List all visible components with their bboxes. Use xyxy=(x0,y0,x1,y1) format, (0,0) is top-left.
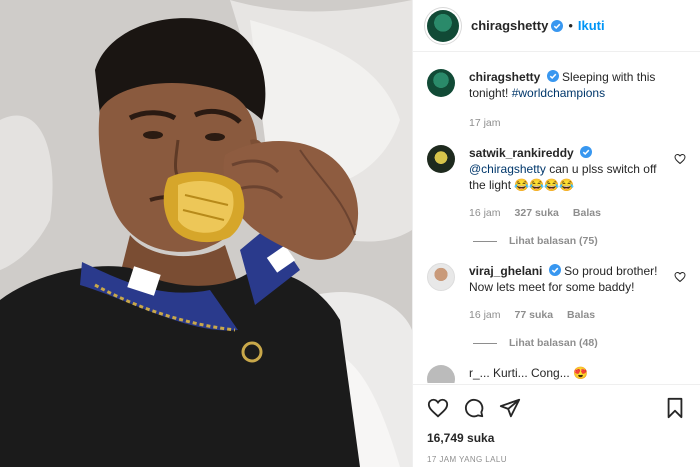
view-replies-button[interactable]: Lihat balasan (48) xyxy=(473,337,686,349)
likes-count[interactable]: 16,749 suka xyxy=(427,431,686,445)
commenter-avatar[interactable] xyxy=(427,263,455,291)
post-timestamp: 17 JAM YANG LALU xyxy=(427,455,507,464)
caption-time: 17 jam xyxy=(469,117,501,129)
comment-likes[interactable]: 77 suka xyxy=(515,307,554,323)
post-actions: 16,749 suka 17 JAM YANG LALU xyxy=(413,384,700,464)
post-side-panel: chiragshetty • Ikuti chiragshetty Sleepi… xyxy=(412,0,700,467)
comment-time: 16 jam xyxy=(469,309,501,321)
comment-text: r_... Kurti... Cong... 😍 xyxy=(469,366,588,380)
comment-item: viraj_ghelani So proud brother! Now lets… xyxy=(427,263,686,323)
commenter-username[interactable]: viraj_ghelani xyxy=(469,264,542,278)
caption-username[interactable]: chiragshetty xyxy=(469,70,540,84)
action-icons xyxy=(427,393,686,423)
comment-mention[interactable]: @chiragshetty xyxy=(469,162,546,176)
comments-list[interactable]: chiragshetty Sleeping with this tonight!… xyxy=(413,53,700,383)
verified-badge-icon xyxy=(580,146,593,158)
post-photo[interactable] xyxy=(0,0,412,467)
replies-line xyxy=(473,240,497,242)
comment-icon[interactable] xyxy=(463,397,485,419)
comment-likes[interactable]: 327 suka xyxy=(515,205,559,221)
caption-author-avatar[interactable] xyxy=(427,69,455,97)
verified-badge-icon xyxy=(546,70,559,82)
view-replies-button[interactable]: Lihat balasan (75) xyxy=(473,235,686,247)
comment-time: 16 jam xyxy=(469,207,501,219)
verified-badge-icon xyxy=(548,264,561,276)
caption-hashtag[interactable]: #worldchampions xyxy=(512,86,605,100)
bookmark-icon[interactable] xyxy=(664,397,686,419)
post-header: chiragshetty • Ikuti xyxy=(413,0,700,52)
view-replies-label: Lihat balasan (48) xyxy=(509,337,598,349)
share-icon[interactable] xyxy=(499,397,521,419)
view-replies-label: Lihat balasan (75) xyxy=(509,235,598,247)
verified-badge-icon xyxy=(551,19,564,32)
follow-button[interactable]: Ikuti xyxy=(578,18,605,33)
reply-button[interactable]: Balas xyxy=(573,205,601,221)
commenter-username[interactable]: satwik_rankireddy xyxy=(469,146,574,160)
commenter-avatar[interactable] xyxy=(427,145,455,173)
caption: chiragshetty Sleeping with this tonight!… xyxy=(427,69,686,131)
replies-line xyxy=(473,342,497,344)
comment-like-heart-icon[interactable] xyxy=(674,153,686,165)
commenter-avatar[interactable] xyxy=(427,365,455,383)
comment-like-heart-icon[interactable] xyxy=(674,271,686,283)
heart-icon[interactable] xyxy=(427,397,449,419)
author-username[interactable]: chiragshetty xyxy=(471,18,548,33)
header-separator-dot: • xyxy=(568,18,573,33)
reply-button[interactable]: Balas xyxy=(567,307,595,323)
author-avatar[interactable] xyxy=(427,9,459,42)
comment-item: satwik_rankireddy @chiragshetty can u pl… xyxy=(427,145,686,221)
comment-item-partial: r_... Kurti... Cong... 😍 xyxy=(427,365,686,383)
post-photo-illustration xyxy=(0,0,412,467)
